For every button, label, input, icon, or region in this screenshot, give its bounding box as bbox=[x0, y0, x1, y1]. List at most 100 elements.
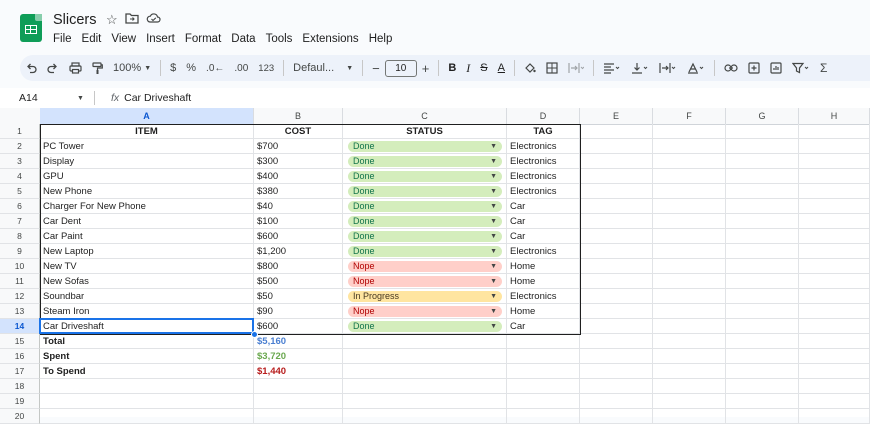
cell-h13[interactable] bbox=[799, 304, 870, 319]
row-header-6[interactable]: 6 bbox=[0, 199, 40, 214]
cell-f13[interactable] bbox=[653, 304, 726, 319]
cell-c17[interactable] bbox=[343, 364, 507, 379]
cell-h1[interactable] bbox=[799, 124, 870, 139]
cell-h15[interactable] bbox=[799, 334, 870, 349]
row-header-3[interactable]: 3 bbox=[0, 154, 40, 169]
cell-f17[interactable] bbox=[653, 364, 726, 379]
cell-e19[interactable] bbox=[580, 394, 653, 409]
row-header-17[interactable]: 17 bbox=[0, 364, 40, 379]
currency-format-button[interactable]: $ bbox=[165, 57, 181, 79]
cell-e8[interactable] bbox=[580, 229, 653, 244]
menu-view[interactable]: View bbox=[111, 33, 136, 45]
cloud-status-icon[interactable] bbox=[146, 12, 161, 28]
item-cell[interactable]: Soundbar bbox=[40, 289, 254, 304]
font-size-input[interactable]: 10 bbox=[384, 59, 417, 77]
text-rotation-icon[interactable] bbox=[682, 57, 710, 79]
dropdown-arrow-icon[interactable]: ▼ bbox=[490, 156, 497, 167]
dropdown-arrow-icon[interactable]: ▼ bbox=[490, 306, 497, 317]
row-header-19[interactable]: 19 bbox=[0, 394, 40, 409]
cell-e16[interactable] bbox=[580, 349, 653, 364]
cost-cell[interactable]: $40 bbox=[254, 199, 343, 214]
item-cell[interactable]: GPU bbox=[40, 169, 254, 184]
cell-d19[interactable] bbox=[507, 394, 580, 409]
strikethrough-button[interactable]: S bbox=[475, 57, 492, 79]
insert-link-icon[interactable] bbox=[719, 57, 743, 79]
cell-f11[interactable] bbox=[653, 274, 726, 289]
summary-value[interactable]: $3,720 bbox=[254, 349, 343, 364]
cell-g7[interactable] bbox=[726, 214, 799, 229]
merge-cells-icon[interactable] bbox=[563, 57, 589, 79]
cost-cell[interactable]: $300 bbox=[254, 154, 343, 169]
cell-g11[interactable] bbox=[726, 274, 799, 289]
status-dropdown-chip[interactable]: Done ▼ bbox=[348, 186, 502, 197]
cell-f14[interactable] bbox=[653, 319, 726, 334]
status-dropdown-chip[interactable]: Nope ▼ bbox=[348, 276, 502, 287]
cost-cell[interactable]: $500 bbox=[254, 274, 343, 289]
row-header-2[interactable]: 2 bbox=[0, 139, 40, 154]
font-select[interactable]: Defaul... ▼ bbox=[288, 57, 358, 79]
cell-e10[interactable] bbox=[580, 259, 653, 274]
column-header-h[interactable]: H bbox=[799, 108, 870, 124]
status-dropdown-chip[interactable]: Done ▼ bbox=[348, 246, 502, 257]
tag-cell[interactable]: Electronics bbox=[507, 154, 580, 169]
cell-f10[interactable] bbox=[653, 259, 726, 274]
cell-h8[interactable] bbox=[799, 229, 870, 244]
menu-insert[interactable]: Insert bbox=[146, 33, 175, 45]
cell-c18[interactable] bbox=[343, 379, 507, 394]
cell-e7[interactable] bbox=[580, 214, 653, 229]
row-header-16[interactable]: 16 bbox=[0, 349, 40, 364]
row-header-5[interactable]: 5 bbox=[0, 184, 40, 199]
status-dropdown-chip[interactable]: Nope ▼ bbox=[348, 306, 502, 317]
cell-f9[interactable] bbox=[653, 244, 726, 259]
star-icon[interactable]: ☆ bbox=[106, 12, 118, 28]
row-header-7[interactable]: 7 bbox=[0, 214, 40, 229]
text-wrapping-icon[interactable] bbox=[654, 57, 682, 79]
row-header-13[interactable]: 13 bbox=[0, 304, 40, 319]
status-dropdown-chip[interactable]: Done ▼ bbox=[348, 141, 502, 152]
cell-f18[interactable] bbox=[653, 379, 726, 394]
cell-f6[interactable] bbox=[653, 199, 726, 214]
status-dropdown-chip[interactable]: Done ▼ bbox=[348, 201, 502, 212]
doc-title[interactable]: Slicers bbox=[53, 12, 97, 28]
menu-data[interactable]: Data bbox=[231, 33, 255, 45]
item-cell[interactable]: Car Driveshaft bbox=[40, 319, 254, 334]
tag-cell[interactable]: Home bbox=[507, 274, 580, 289]
cell-g13[interactable] bbox=[726, 304, 799, 319]
tag-cell[interactable]: Car bbox=[507, 229, 580, 244]
cell-a19[interactable] bbox=[40, 394, 254, 409]
column-header-d[interactable]: D bbox=[507, 108, 580, 124]
cell-g6[interactable] bbox=[726, 199, 799, 214]
fill-handle[interactable] bbox=[251, 331, 258, 338]
cost-cell[interactable]: $700 bbox=[254, 139, 343, 154]
cell-e4[interactable] bbox=[580, 169, 653, 184]
item-cell[interactable]: Charger For New Phone bbox=[40, 199, 254, 214]
row-header-9[interactable]: 9 bbox=[0, 244, 40, 259]
dropdown-arrow-icon[interactable]: ▼ bbox=[490, 231, 497, 242]
cell-e18[interactable] bbox=[580, 379, 653, 394]
vertical-align-icon[interactable] bbox=[626, 57, 654, 79]
item-cell[interactable]: Display bbox=[40, 154, 254, 169]
column-header-f[interactable]: F bbox=[653, 108, 726, 124]
cell-h6[interactable] bbox=[799, 199, 870, 214]
column-header-g[interactable]: G bbox=[726, 108, 799, 124]
cell-h16[interactable] bbox=[799, 349, 870, 364]
dropdown-arrow-icon[interactable]: ▼ bbox=[490, 246, 497, 257]
cell-b19[interactable] bbox=[254, 394, 343, 409]
cell-h2[interactable] bbox=[799, 139, 870, 154]
filter-icon[interactable] bbox=[787, 57, 815, 79]
cell-h4[interactable] bbox=[799, 169, 870, 184]
row-header-18[interactable]: 18 bbox=[0, 379, 40, 394]
cell-e2[interactable] bbox=[580, 139, 653, 154]
cell-g18[interactable] bbox=[726, 379, 799, 394]
name-box[interactable]: A14 bbox=[0, 92, 77, 104]
tag-cell[interactable]: Electronics bbox=[507, 139, 580, 154]
increase-font-size-button[interactable]: + bbox=[417, 57, 435, 79]
dropdown-arrow-icon[interactable]: ▼ bbox=[490, 216, 497, 227]
print-icon[interactable] bbox=[64, 57, 87, 79]
cell-d18[interactable] bbox=[507, 379, 580, 394]
move-folder-icon[interactable] bbox=[125, 12, 139, 28]
row-header-10[interactable]: 10 bbox=[0, 259, 40, 274]
cell-f8[interactable] bbox=[653, 229, 726, 244]
cell-g19[interactable] bbox=[726, 394, 799, 409]
cell-h11[interactable] bbox=[799, 274, 870, 289]
